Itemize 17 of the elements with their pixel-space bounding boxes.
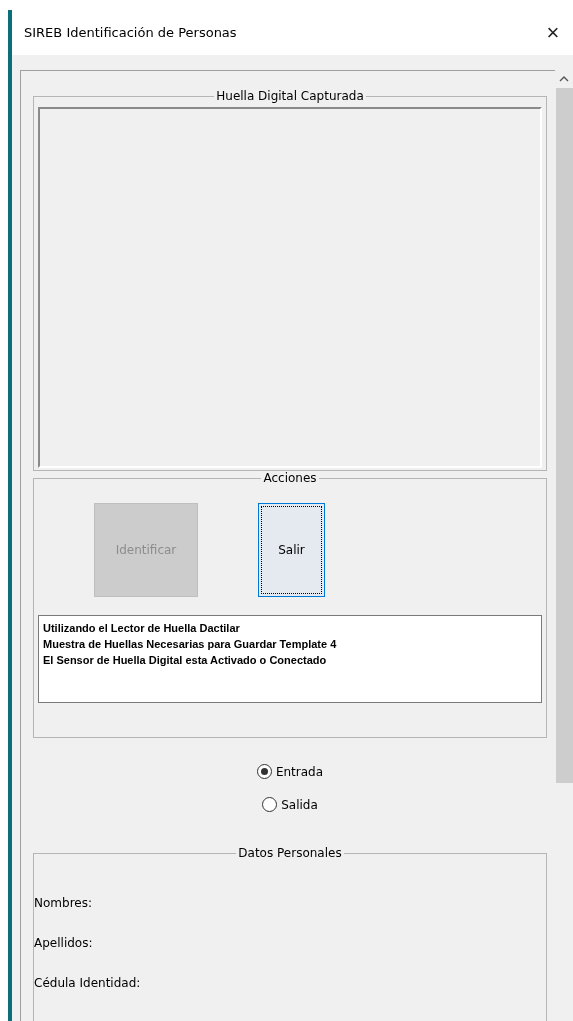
field-label: Apellidos:	[34, 936, 94, 950]
close-button[interactable]: ×	[533, 10, 573, 55]
group-title: Acciones	[262, 471, 318, 485]
window-title: SIREB Identificación de Personas	[24, 25, 237, 40]
status-message: Muestra de Huellas Necesarias para Guardar Template 4	[43, 637, 338, 652]
radio-label: Entrada	[275, 764, 324, 779]
scrollbar-thumb[interactable]	[556, 88, 573, 783]
mode-radio[interactable]: Entrada	[256, 764, 324, 779]
field-label: Cédula Identidad:	[34, 976, 142, 990]
mode-radio[interactable]: Salida	[262, 797, 318, 812]
group-title: Huella Digital Capturada	[215, 89, 365, 103]
field-label: Nombres:	[34, 896, 93, 910]
action-button[interactable]: Salir	[258, 503, 325, 597]
status-message: Utilizando el Lector de Huella Dactilar	[43, 621, 241, 636]
status-message: El Sensor de Huella Digital esta Activado o Conectado	[43, 653, 328, 668]
group-title: Datos Personales	[237, 846, 343, 860]
radio-label: Salida	[281, 797, 318, 812]
